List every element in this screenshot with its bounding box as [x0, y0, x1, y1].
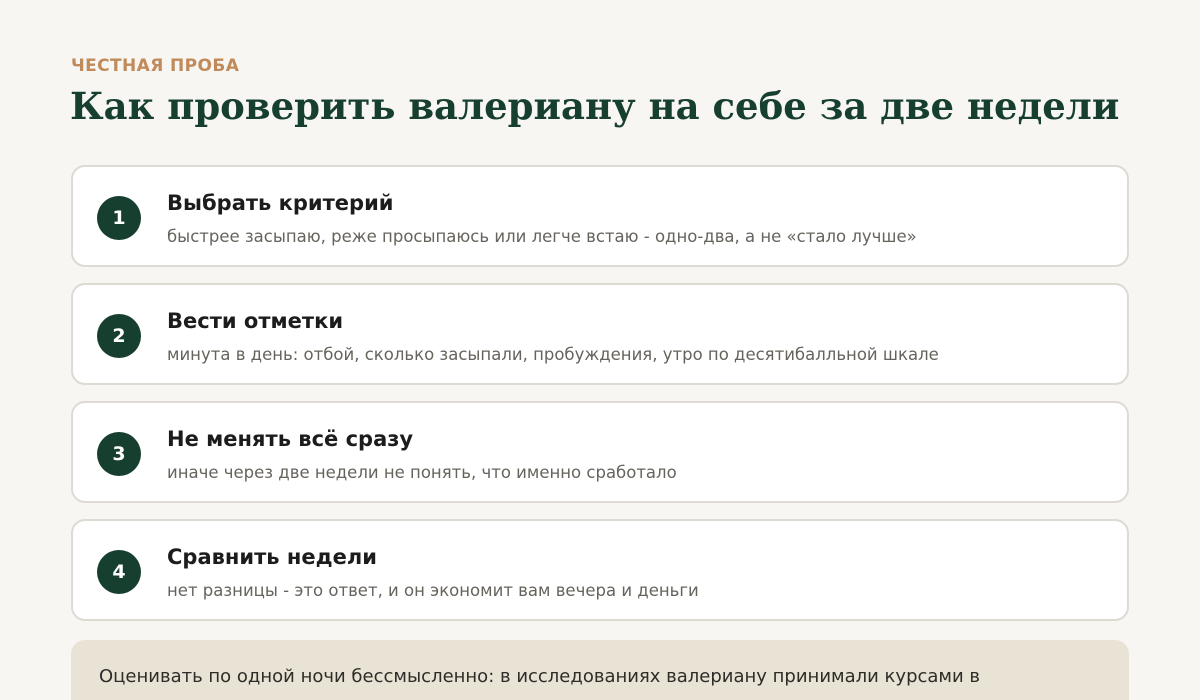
page-title: Как проверить валериану на себе за две н…: [70, 84, 1120, 128]
step-card-4: 4 Сравнить недели нет разницы - это отве…: [71, 519, 1129, 621]
eyebrow-label: ЧЕСТНАЯ ПРОБА: [71, 56, 240, 76]
note-text: Оценивать по одной ночи бессмысленно: в …: [99, 666, 981, 687]
step-description: быстрее засыпаю, реже просыпаюсь или лег…: [167, 227, 917, 246]
step-number-badge: 3: [97, 432, 141, 476]
step-title: Сравнить недели: [167, 545, 377, 569]
step-number-badge: 4: [97, 550, 141, 594]
steps-list: 1 Выбрать критерий быстрее засыпаю, реже…: [71, 165, 1129, 637]
step-number-badge: 1: [97, 196, 141, 240]
step-title: Вести отметки: [167, 309, 344, 333]
step-card-3: 3 Не менять всё сразу иначе через две не…: [71, 401, 1129, 503]
step-description: минута в день: отбой, сколько засыпали, …: [167, 345, 939, 364]
step-title: Выбрать критерий: [167, 191, 394, 215]
step-card-2: 2 Вести отметки минута в день: отбой, ск…: [71, 283, 1129, 385]
step-description: нет разницы - это ответ, и он экономит в…: [167, 581, 699, 600]
step-number-badge: 2: [97, 314, 141, 358]
step-title: Не менять всё сразу: [167, 427, 414, 451]
step-card-1: 1 Выбрать критерий быстрее засыпаю, реже…: [71, 165, 1129, 267]
step-description: иначе через две недели не понять, что им…: [167, 463, 677, 482]
note-box: Оценивать по одной ночи бессмысленно: в …: [71, 640, 1129, 700]
